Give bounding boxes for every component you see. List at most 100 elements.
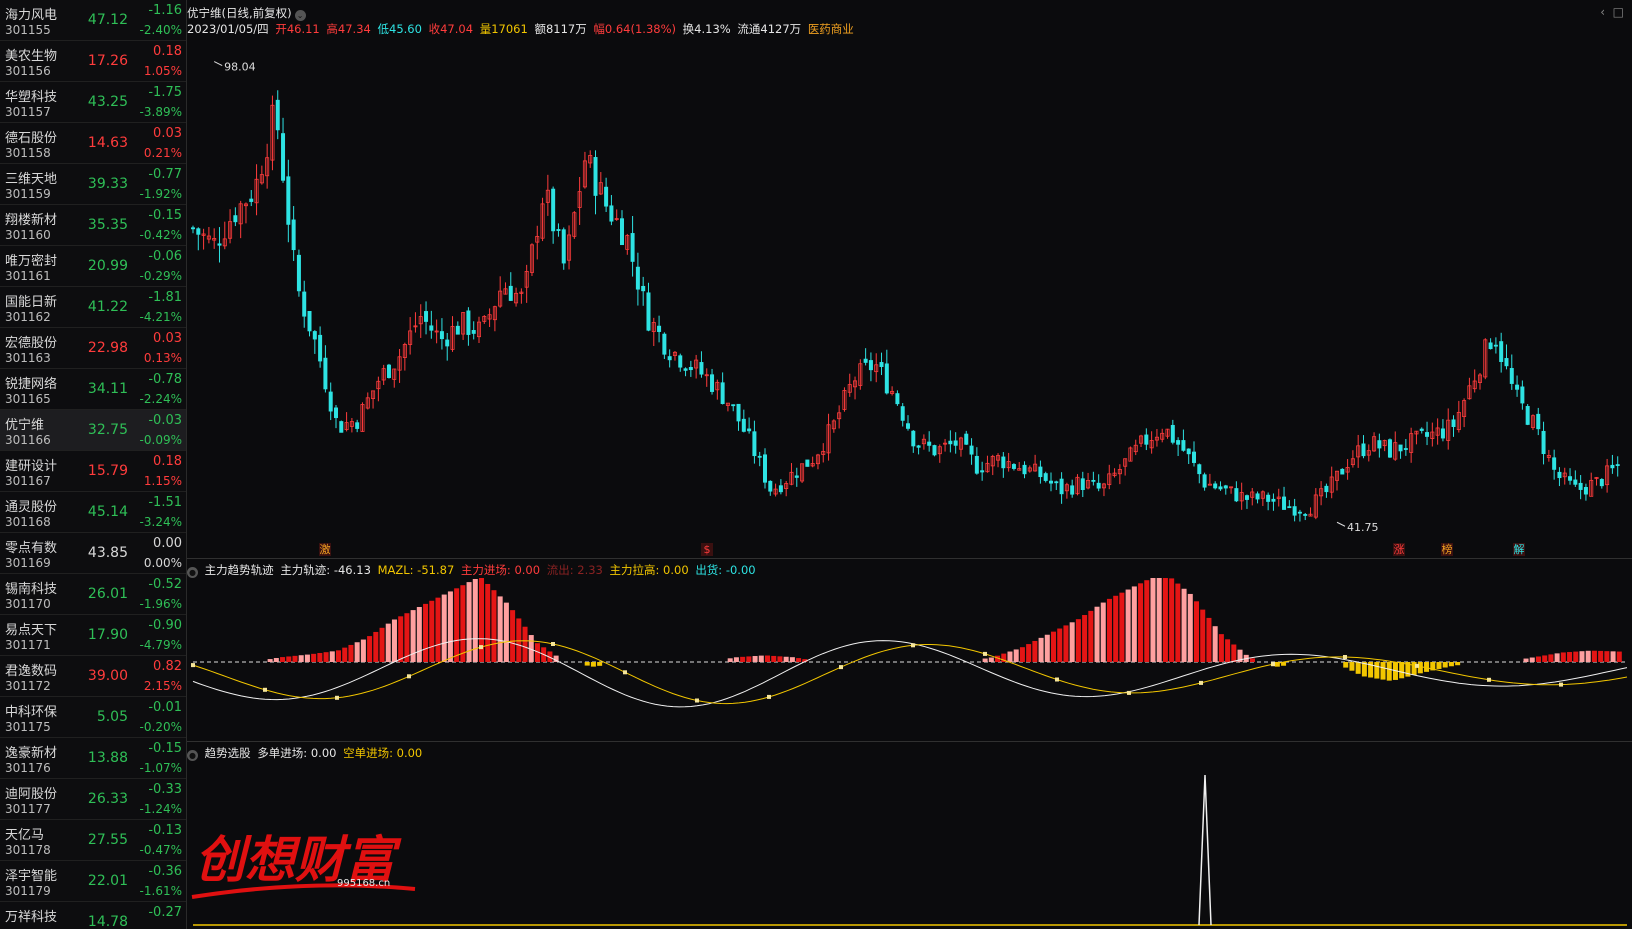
stock-row[interactable]: 万祥科技 14.78 -0.27 — [0, 902, 186, 929]
candle-body — [286, 176, 291, 225]
histogram-bar — [1610, 651, 1616, 662]
histogram-bar — [1206, 617, 1212, 662]
settings-icon-2[interactable]: ● — [187, 750, 198, 761]
histogram-bar — [1131, 586, 1137, 662]
stock-row[interactable]: 零点有数 301169 43.85 0.00 0.00% — [0, 533, 186, 574]
stock-row[interactable]: 锐捷网络 301165 34.11 -0.78 -2.24% — [0, 369, 186, 410]
candle-body — [1234, 488, 1239, 502]
stock-row[interactable]: 德石股份 301158 14.63 0.03 0.21% — [0, 123, 186, 164]
stock-row[interactable]: 海力风电 301155 47.12 -1.16 -2.40% — [0, 0, 186, 41]
candle-body — [710, 374, 715, 392]
kline-sector[interactable]: 医药商业 — [808, 22, 854, 36]
histogram-bar — [1013, 649, 1019, 662]
kline-chart[interactable]: 98.04 41.75 激 $ 涨 榜 解 — [187, 38, 1632, 558]
candle-body — [916, 445, 921, 448]
candle-body — [1451, 419, 1456, 427]
stock-pct: -3.89% — [139, 105, 182, 119]
stock-row[interactable]: 唯万密封 301161 20.99 -0.06 -0.29% — [0, 246, 186, 287]
histogram-bar — [1442, 662, 1448, 668]
stock-pct: -2.40% — [139, 23, 182, 37]
candle-body — [1207, 483, 1212, 486]
stock-row[interactable]: 翔楼新材 301160 35.35 -0.15 -0.42% — [0, 205, 186, 246]
stock-pct: 0.00% — [143, 556, 182, 570]
stock-row[interactable]: 易点天下 301171 17.90 -0.90 -4.79% — [0, 615, 186, 656]
candle-body — [1361, 443, 1366, 457]
stock-row[interactable]: 国能日新 301162 41.22 -1.81 -4.21% — [0, 287, 186, 328]
stock-row[interactable]: 天亿马 301178 27.55 -0.13 -0.47% — [0, 820, 186, 861]
stock-row[interactable]: 中科环保 301175 5.05 -0.01 -0.20% — [0, 697, 186, 738]
chevron-down-icon[interactable]: ⌄ — [294, 10, 306, 21]
stock-row[interactable]: 通灵股份 301168 45.14 -1.51 -3.24% — [0, 492, 186, 533]
kline-close: 收47.04 — [428, 22, 474, 36]
kline-float-cap: 流通4127万 — [737, 22, 802, 36]
stock-name: 翔楼新材 — [5, 213, 58, 228]
candle-body — [953, 440, 958, 446]
histogram-bar — [460, 585, 466, 662]
candle-body — [281, 133, 286, 181]
stock-price: 32.75 — [87, 422, 128, 438]
candle-body — [1049, 480, 1054, 484]
stock-name: 通灵股份 — [5, 500, 58, 515]
histogram-bar — [1218, 634, 1224, 662]
candle-body — [980, 470, 985, 473]
stock-row[interactable]: 君逸数码 301172 39.00 0.82 2.15% — [0, 656, 186, 697]
mazl-marker — [1415, 663, 1419, 668]
candle-body — [969, 445, 974, 455]
histogram-bar — [311, 653, 317, 662]
kline-title[interactable]: 优宁维(日线,前复权) — [187, 6, 292, 20]
candle-body — [1398, 444, 1403, 452]
histogram-bar — [491, 590, 497, 662]
histogram-bar — [758, 655, 764, 662]
histogram-bar — [1542, 655, 1548, 662]
signal-mark: 涨 — [1394, 543, 1405, 556]
stock-row[interactable]: 美农生物 301156 17.26 0.18 1.05% — [0, 41, 186, 82]
histogram-bar — [1554, 653, 1560, 662]
histogram-bar — [1026, 644, 1032, 662]
histogram-bar — [416, 606, 422, 662]
candle-body — [1181, 440, 1186, 451]
histogram-bar — [273, 658, 279, 662]
histogram-bar — [740, 656, 746, 662]
histogram-bar — [1194, 601, 1200, 662]
stock-row[interactable]: 华塑科技 301157 43.25 -1.75 -3.89% — [0, 82, 186, 123]
stock-row[interactable]: 迪阿股份 301177 26.33 -0.33 -1.24% — [0, 779, 186, 820]
maximize-icon[interactable]: □ — [1613, 5, 1624, 19]
stock-row[interactable]: 逸豪新材 301176 13.88 -0.15 -1.07% — [0, 738, 186, 779]
stock-row[interactable]: 泽宇智能 301179 22.01 -0.36 -1.61% — [0, 861, 186, 902]
indicator2-name[interactable]: 趋势选股 — [205, 746, 251, 760]
kline-amplitude: 幅0.64(1.38%) — [593, 22, 677, 36]
histogram-bar — [733, 657, 739, 662]
stock-change: -0.15 — [148, 741, 182, 756]
histogram-bar — [746, 656, 752, 662]
stock-price: 45.14 — [87, 504, 128, 520]
settings-icon[interactable]: ● — [187, 567, 198, 578]
stock-price: 47.12 — [87, 12, 128, 28]
histogram-bar — [1579, 651, 1585, 662]
candle-body — [683, 368, 688, 371]
indicator1-chart[interactable] — [187, 578, 1632, 738]
stock-row[interactable]: 三维天地 301159 39.33 -0.77 -1.92% — [0, 164, 186, 205]
candle-body — [731, 404, 736, 407]
stock-row[interactable]: 建研设计 301167 15.79 0.18 1.15% — [0, 451, 186, 492]
candle-body — [1176, 440, 1181, 445]
stock-price: 34.11 — [87, 381, 128, 397]
histogram-bar — [479, 578, 485, 662]
stock-row[interactable]: 宏德股份 301163 22.98 0.03 0.13% — [0, 328, 186, 369]
indicator1-name[interactable]: 主力趋势轨迹 — [205, 563, 274, 577]
candle-body — [196, 228, 201, 235]
stock-row[interactable]: 优宁维 301166 32.75 -0.03 -0.09% — [0, 410, 186, 451]
stock-name: 宏德股份 — [5, 336, 58, 351]
candle-body — [1001, 456, 1006, 469]
histogram-bar — [516, 618, 522, 662]
candle-body — [964, 433, 969, 445]
candle-body — [1292, 506, 1297, 516]
chevron-left-icon[interactable]: ‹ — [1600, 5, 1605, 19]
histogram-bar — [1019, 647, 1025, 662]
stock-change: -1.81 — [148, 290, 182, 305]
mazl-marker — [407, 674, 411, 679]
histogram-bar — [789, 657, 795, 662]
stock-code: 301165 — [5, 392, 51, 406]
candle-body — [741, 418, 746, 432]
stock-code: 301177 — [5, 802, 51, 816]
stock-row[interactable]: 锡南科技 301170 26.01 -0.52 -1.96% — [0, 574, 186, 615]
